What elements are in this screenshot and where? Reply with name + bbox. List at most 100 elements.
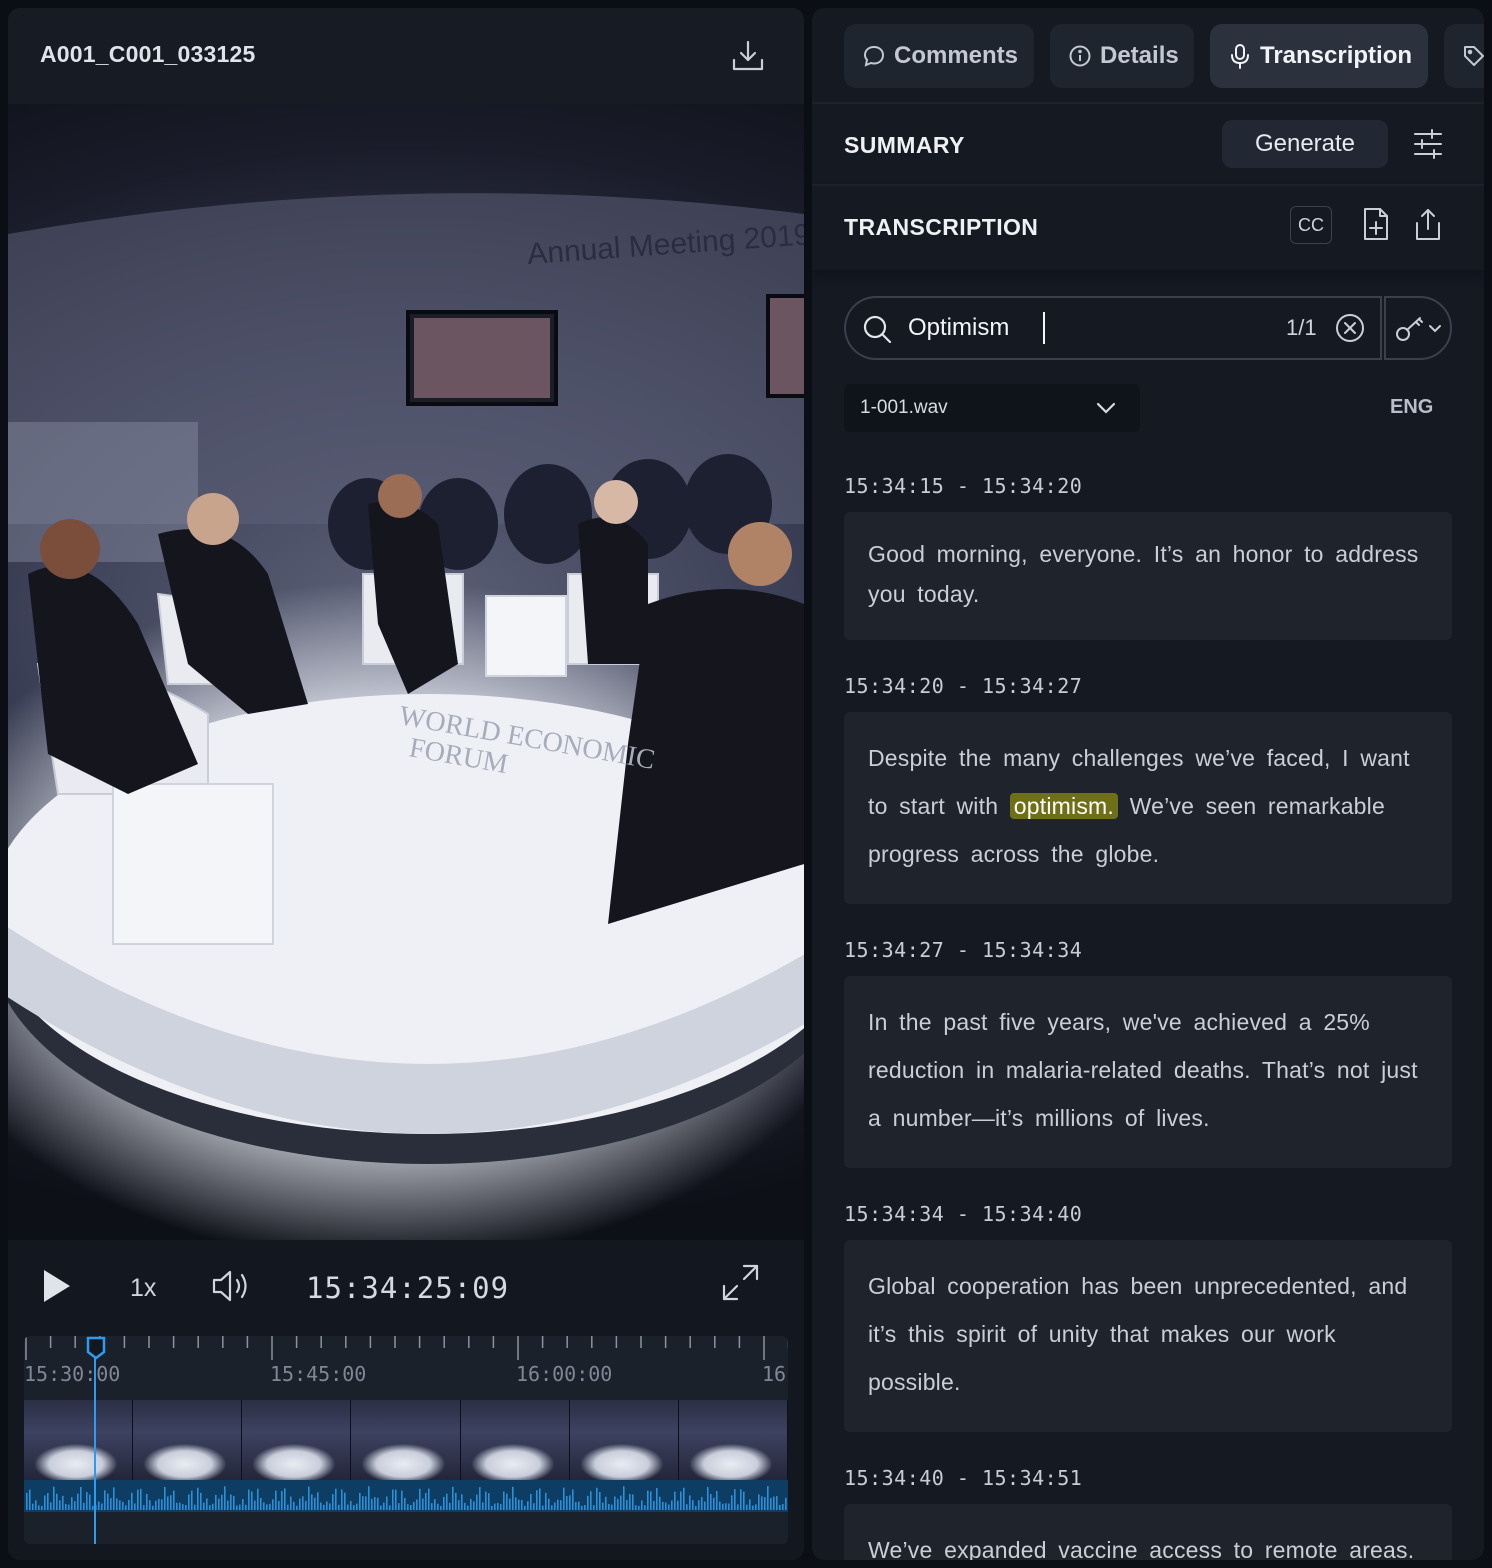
segment-text: In the past five years, we've achieved a… <box>868 1009 1418 1131</box>
play-button[interactable] <box>36 1266 76 1306</box>
waveform-bar <box>740 1489 742 1510</box>
waveform-bar <box>752 1505 754 1510</box>
waveform-bar <box>311 1494 313 1510</box>
waveform-bar <box>662 1501 664 1510</box>
playhead-handle[interactable] <box>86 1336 106 1365</box>
waveform-bar <box>275 1490 277 1510</box>
waveform-bar <box>500 1504 502 1510</box>
waveform-bar <box>29 1489 31 1510</box>
waveform-bar <box>437 1503 439 1510</box>
search-options-button[interactable] <box>1384 296 1452 360</box>
waveform-bar <box>659 1496 661 1510</box>
waveform-bar <box>374 1497 376 1510</box>
waveform-bar <box>482 1502 484 1510</box>
segment-timestamp[interactable]: 15:34:34 - 15:34:40 <box>844 1202 1082 1226</box>
segment-timestamp[interactable]: 15:34:27 - 15:34:34 <box>844 938 1082 962</box>
waveform-bar <box>602 1502 604 1510</box>
tab-bar: Comments Details Transcription <box>812 8 1484 104</box>
audio-file-select[interactable]: 1-001.wav <box>844 384 1140 432</box>
waveform-bar <box>281 1491 283 1510</box>
waveform-bar <box>215 1494 217 1510</box>
waveform-bar <box>461 1494 463 1510</box>
timeline-label-1530: 15:30:00 <box>24 1362 121 1386</box>
waveform-bar <box>449 1502 451 1510</box>
language-label[interactable]: ENG <box>1390 396 1433 419</box>
generate-button[interactable]: Generate <box>1222 120 1388 168</box>
waveform-bar <box>458 1500 460 1510</box>
transcript-segment[interactable]: We’ve expanded vaccine access to remote … <box>844 1504 1452 1560</box>
waveform-bar <box>230 1494 232 1510</box>
download-button[interactable] <box>730 38 766 74</box>
tab-details[interactable]: Details <box>1050 24 1194 88</box>
waveform-bar <box>101 1503 103 1510</box>
waveform-bar <box>779 1504 781 1510</box>
tab-transcription[interactable]: Transcription <box>1210 24 1428 88</box>
waveform-bar <box>386 1496 388 1510</box>
waveform-bar <box>260 1497 262 1510</box>
playhead[interactable] <box>94 1338 96 1544</box>
playback-speed[interactable]: 1x <box>130 1274 156 1303</box>
waveform-bar <box>116 1498 118 1510</box>
waveform-bar <box>503 1491 505 1510</box>
video-frame[interactable]: Annual Meeting 2019 WORLD ECONOMIC FORUM <box>8 104 804 1240</box>
waveform-bar <box>701 1497 703 1510</box>
summary-settings-button[interactable] <box>1408 124 1448 164</box>
waveform-bar <box>218 1498 220 1510</box>
waveform-bar <box>569 1495 571 1510</box>
waveform-bar <box>182 1504 184 1510</box>
segment-timestamp[interactable]: 15:34:15 - 15:34:20 <box>844 474 1082 498</box>
segment-timestamp[interactable]: 15:34:40 - 15:34:51 <box>844 1466 1082 1490</box>
waveform-bar <box>269 1503 271 1510</box>
transcript-segment[interactable]: Despite the many challenges we’ve faced,… <box>844 712 1452 904</box>
clear-search-button[interactable] <box>1334 312 1366 349</box>
waveform-bar <box>368 1486 370 1510</box>
text-caret <box>1043 312 1045 344</box>
segment-timestamp[interactable]: 15:34:20 - 15:34:27 <box>844 674 1082 698</box>
waveform-bar <box>509 1498 511 1510</box>
info-icon <box>1069 45 1091 67</box>
fullscreen-icon <box>722 1264 759 1301</box>
transcription-title: TRANSCRIPTION <box>844 214 1039 240</box>
waveform-bar <box>158 1498 160 1510</box>
waveform-bar <box>698 1500 700 1510</box>
transcript-segment[interactable]: Global cooperation has been unprecedente… <box>844 1240 1452 1432</box>
tab-tags[interactable] <box>1444 24 1484 88</box>
waveform-bar <box>554 1502 556 1510</box>
waveform-bar <box>413 1501 415 1510</box>
transcript-segment[interactable]: Good morning, everyone. It’s an honor to… <box>844 512 1452 640</box>
timeline[interactable]: 15:30:00 15:45:00 16:00:00 16 <box>24 1336 788 1544</box>
tab-label: Transcription <box>1260 42 1413 69</box>
search-divider <box>1380 296 1382 360</box>
tab-comments[interactable]: Comments <box>844 24 1034 88</box>
waveform-bar <box>506 1493 508 1510</box>
waveform-bar <box>338 1504 340 1510</box>
volume-button[interactable] <box>210 1266 254 1306</box>
thumbnail <box>242 1400 352 1480</box>
waveform-bar <box>575 1502 577 1510</box>
transcript-segment[interactable]: In the past five years, we've achieved a… <box>844 976 1452 1168</box>
waveform-bar <box>155 1500 157 1510</box>
waveform-bar <box>671 1500 673 1510</box>
waveform-bar <box>350 1500 352 1510</box>
waveform-bar <box>212 1503 214 1510</box>
waveform-bar <box>548 1498 550 1510</box>
side-panel: Comments Details Transcription SUMMARY G… <box>812 8 1484 1560</box>
waveform-bar <box>143 1505 145 1510</box>
waveform-bar <box>332 1494 334 1510</box>
waveform-bar <box>200 1492 202 1510</box>
add-document-button[interactable] <box>1356 204 1396 244</box>
waveform-bar <box>56 1493 58 1510</box>
cc-button[interactable]: CC <box>1290 206 1332 244</box>
current-timecode: 15:34:25:09 <box>306 1271 510 1305</box>
waveform-bar <box>491 1505 493 1510</box>
export-button[interactable] <box>1408 204 1448 244</box>
waveform-bar <box>401 1490 403 1510</box>
segment-text: Good morning, everyone. It’s an honor to… <box>868 541 1419 607</box>
search-input[interactable] <box>908 312 1208 344</box>
waveform-bar <box>599 1491 601 1510</box>
waveform-bar <box>428 1488 430 1510</box>
waveform-bar <box>728 1503 730 1510</box>
waveform-bar <box>149 1500 151 1510</box>
waveform-bar <box>692 1500 694 1510</box>
fullscreen-button[interactable] <box>720 1262 762 1304</box>
